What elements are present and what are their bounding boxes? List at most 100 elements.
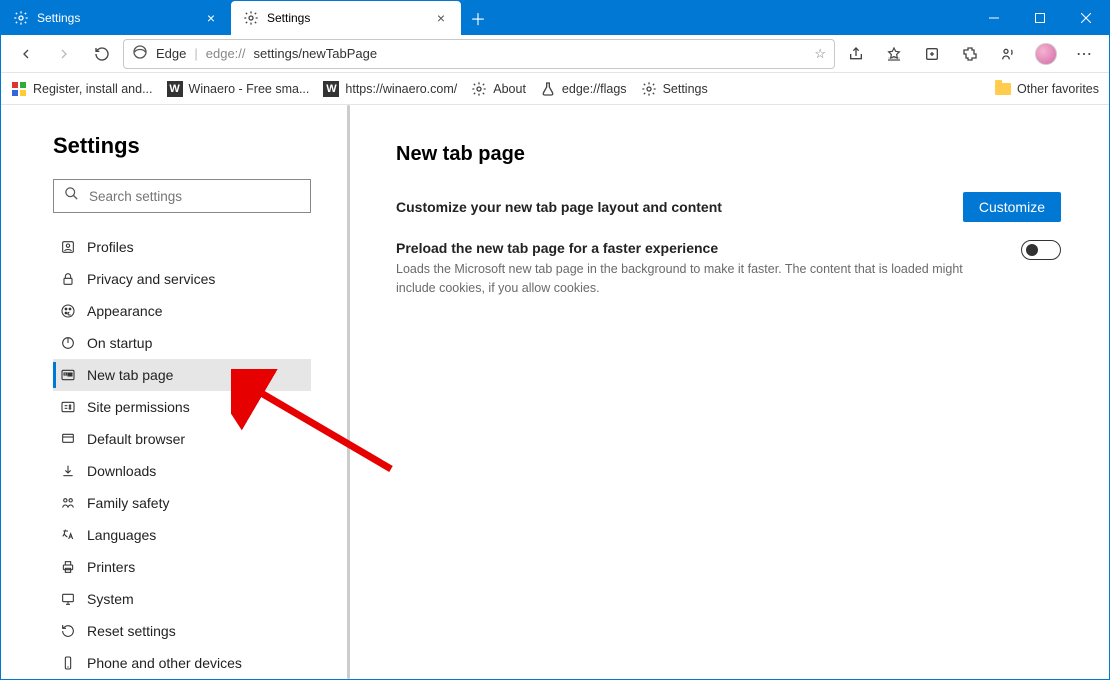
lock-icon bbox=[59, 270, 77, 288]
close-icon[interactable]: × bbox=[433, 10, 449, 26]
bookmarks-bar: Register, install and... W Winaero - Fre… bbox=[1, 73, 1109, 105]
more-button[interactable]: ⋯ bbox=[1067, 39, 1101, 69]
back-button[interactable] bbox=[9, 39, 43, 69]
sidebar-item-label: Phone and other devices bbox=[87, 655, 242, 671]
sidebar-item-downloads[interactable]: Downloads bbox=[53, 455, 311, 487]
new-tab-button[interactable]: ＋ bbox=[461, 1, 495, 35]
window-close-button[interactable] bbox=[1063, 1, 1109, 35]
w-icon: W bbox=[167, 81, 183, 97]
collections-button[interactable] bbox=[915, 39, 949, 69]
browser-toolbar: Edge | edge://settings/newTabPage ☆ ⋯ bbox=[1, 35, 1109, 73]
gear-icon bbox=[641, 81, 657, 97]
sidebar-item-label: System bbox=[87, 591, 134, 607]
w-icon: W bbox=[323, 81, 339, 97]
bookmark-item[interactable]: edge://flags bbox=[540, 81, 627, 97]
sidebar-item-appearance[interactable]: Appearance bbox=[53, 295, 311, 327]
preload-label: Preload the new tab page for a faster ex… bbox=[396, 240, 1001, 256]
page-title: Settings bbox=[53, 133, 347, 159]
bookmark-item[interactable]: Settings bbox=[641, 81, 708, 97]
sidebar-item-phone-and-other-devices[interactable]: Phone and other devices bbox=[53, 647, 311, 679]
preload-toggle[interactable] bbox=[1021, 240, 1061, 260]
sidebar-item-label: On startup bbox=[87, 335, 152, 351]
sidebar-item-label: Profiles bbox=[87, 239, 134, 255]
sidebar-item-label: Printers bbox=[87, 559, 135, 575]
sidebar-item-label: Reset settings bbox=[87, 623, 176, 639]
other-favorites-folder[interactable]: Other favorites bbox=[995, 82, 1099, 96]
profile-avatar[interactable] bbox=[1029, 39, 1063, 69]
sidebar-item-label: Site permissions bbox=[87, 399, 190, 415]
sidebar-item-printers[interactable]: Printers bbox=[53, 551, 311, 583]
sidebar-item-label: New tab page bbox=[87, 367, 173, 383]
system-icon bbox=[59, 590, 77, 608]
search-input[interactable] bbox=[89, 189, 300, 204]
search-icon bbox=[64, 186, 79, 206]
read-aloud-button[interactable] bbox=[991, 39, 1025, 69]
permissions-icon bbox=[59, 398, 77, 416]
sidebar-item-family-safety[interactable]: Family safety bbox=[53, 487, 311, 519]
sidebar-item-new-tab-page[interactable]: New tab page bbox=[53, 359, 311, 391]
bookmark-item[interactable]: About bbox=[471, 81, 526, 97]
download-icon bbox=[59, 462, 77, 480]
sidebar-item-privacy-and-services[interactable]: Privacy and services bbox=[53, 263, 311, 295]
sidebar-item-label: Downloads bbox=[87, 463, 156, 479]
sidebar-item-label: Appearance bbox=[87, 303, 163, 319]
forward-button[interactable] bbox=[47, 39, 81, 69]
window-controls bbox=[971, 1, 1109, 35]
flask-icon bbox=[540, 81, 556, 97]
sidebar-item-site-permissions[interactable]: Site permissions bbox=[53, 391, 311, 423]
bookmark-item[interactable]: Register, install and... bbox=[11, 81, 153, 97]
customize-button[interactable]: Customize bbox=[963, 192, 1061, 222]
settings-sidebar: Settings Profiles Privacy and services App… bbox=[1, 105, 347, 679]
language-icon bbox=[59, 526, 77, 544]
tab-label: Settings bbox=[37, 11, 80, 25]
printer-icon bbox=[59, 558, 77, 576]
favorite-star-icon[interactable]: ☆ bbox=[814, 46, 826, 62]
site-label: Edge bbox=[156, 46, 186, 61]
browser-tab-active[interactable]: Settings × bbox=[231, 1, 461, 35]
grid-icon bbox=[11, 81, 27, 97]
paint-icon bbox=[59, 302, 77, 320]
family-icon bbox=[59, 494, 77, 512]
gear-icon bbox=[13, 10, 29, 26]
power-icon bbox=[59, 334, 77, 352]
minimize-button[interactable] bbox=[971, 1, 1017, 35]
preload-description: Loads the Microsoft new tab page in the … bbox=[396, 260, 1001, 298]
gear-icon bbox=[243, 10, 259, 26]
refresh-button[interactable] bbox=[85, 39, 119, 69]
sidebar-item-on-startup[interactable]: On startup bbox=[53, 327, 311, 359]
share-button[interactable] bbox=[839, 39, 873, 69]
url-scheme: edge:// bbox=[206, 46, 246, 61]
phone-icon bbox=[59, 654, 77, 672]
address-bar[interactable]: Edge | edge://settings/newTabPage ☆ bbox=[123, 39, 835, 69]
settings-search[interactable] bbox=[53, 179, 311, 213]
default-icon bbox=[59, 430, 77, 448]
sidebar-item-languages[interactable]: Languages bbox=[53, 519, 311, 551]
tab-label: Settings bbox=[267, 11, 310, 25]
sidebar-item-reset-settings[interactable]: Reset settings bbox=[53, 615, 311, 647]
close-icon[interactable]: × bbox=[203, 10, 219, 26]
bookmark-item[interactable]: W Winaero - Free sma... bbox=[167, 81, 310, 97]
sidebar-item-label: Default browser bbox=[87, 431, 185, 447]
folder-icon bbox=[995, 83, 1011, 95]
section-heading: New tab page bbox=[396, 143, 1061, 166]
reset-icon bbox=[59, 622, 77, 640]
settings-main: New tab page Customize your new tab page… bbox=[350, 105, 1109, 679]
browser-tab-inactive[interactable]: Settings × bbox=[1, 1, 231, 35]
customize-label: Customize your new tab page layout and c… bbox=[396, 199, 943, 215]
edge-logo-icon bbox=[132, 44, 148, 63]
extensions-button[interactable] bbox=[953, 39, 987, 69]
sidebar-item-label: Privacy and services bbox=[87, 271, 215, 287]
sidebar-item-default-browser[interactable]: Default browser bbox=[53, 423, 311, 455]
profile-icon bbox=[59, 238, 77, 256]
title-bar: Settings × Settings × ＋ bbox=[1, 1, 1109, 35]
bookmark-item[interactable]: W https://winaero.com/ bbox=[323, 81, 457, 97]
gear-icon bbox=[471, 81, 487, 97]
sidebar-item-profiles[interactable]: Profiles bbox=[53, 231, 311, 263]
sidebar-item-system[interactable]: System bbox=[53, 583, 311, 615]
favorites-button[interactable] bbox=[877, 39, 911, 69]
url-path: settings/newTabPage bbox=[254, 46, 378, 61]
sidebar-item-label: Family safety bbox=[87, 495, 169, 511]
maximize-button[interactable] bbox=[1017, 1, 1063, 35]
sidebar-item-label: Languages bbox=[87, 527, 156, 543]
newtab-icon bbox=[59, 366, 77, 384]
